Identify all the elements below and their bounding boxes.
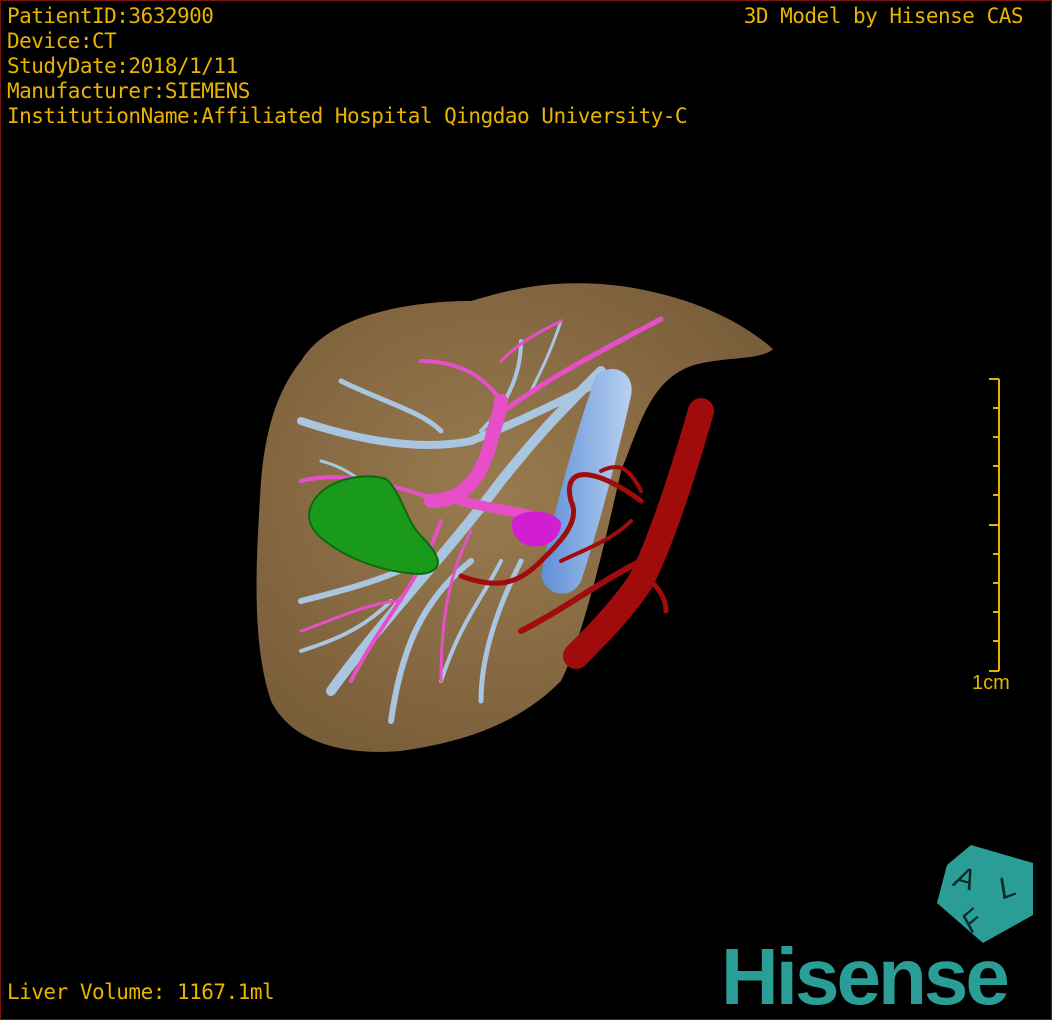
scale-bar: [989, 378, 1000, 672]
study-date: StudyDate:2018/1/11: [7, 54, 238, 78]
scale-bar-label: 1cm: [972, 672, 1010, 694]
manufacturer: Manufacturer:SIEMENS: [7, 79, 250, 103]
model-credit: 3D Model by Hisense CAS: [743, 4, 1024, 28]
device: Device:CT: [7, 29, 117, 53]
patient-id: PatientID:3632900: [7, 4, 214, 28]
liver-3d-model[interactable]: [1, 1, 1051, 1019]
institution-name: InstitutionName:Affiliated Hospital Qing…: [7, 104, 688, 128]
hisense-logo: Hisense: [721, 932, 1010, 1020]
3d-viewport[interactable]: PatientID:3632900 Device:CT StudyDate:20…: [0, 0, 1052, 1020]
patient-info-overlay: PatientID:3632900 Device:CT StudyDate:20…: [7, 4, 688, 129]
liver-volume: Liver Volume: 1167.1ml: [7, 980, 275, 1004]
